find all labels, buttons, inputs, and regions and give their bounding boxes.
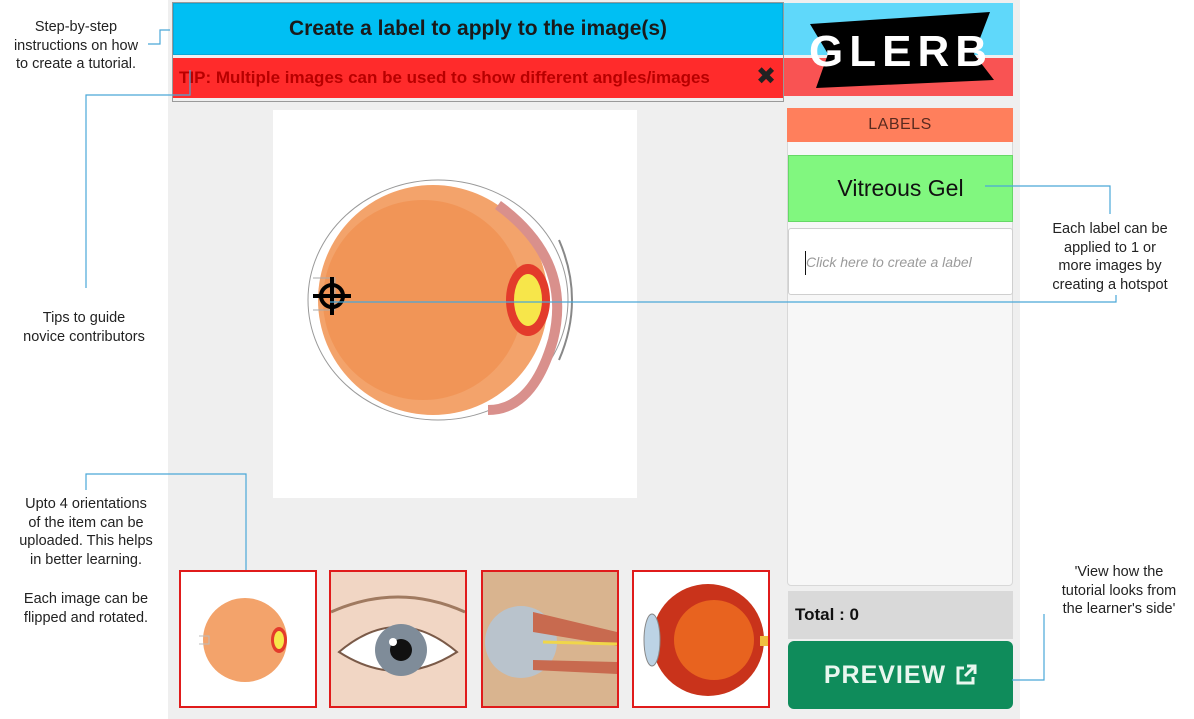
thumbnail-image [483, 572, 617, 706]
tip-banner: TIP: Multiple images can be used to show… [173, 58, 783, 98]
thumbnail-image [634, 572, 768, 706]
thumbnail-image [331, 572, 465, 706]
logo-text: GLERB [809, 27, 993, 76]
text-caret [805, 251, 806, 275]
preview-button[interactable]: PREVIEW [788, 641, 1013, 709]
label-item-vitreous-gel[interactable]: Vitreous Gel [788, 155, 1013, 222]
thumbnail-eye-drawing[interactable] [179, 570, 317, 708]
tutorial-editor-screenshot: Create a label to apply to the image(s) … [0, 0, 1194, 719]
external-link-icon [956, 664, 977, 685]
annotation-label-hotspot: Each label can be applied to 1 or more i… [1052, 221, 1168, 293]
create-label-input[interactable]: Click here to create a label [788, 228, 1013, 295]
labels-header: LABELS [787, 108, 1013, 142]
thumbnail-eye-muscles[interactable] [481, 570, 619, 708]
annotation-tips: Tips to guide novice contributors [23, 310, 145, 345]
annotation-flip-rotate: Each image can be flipped and rotated. [23, 591, 149, 626]
glerb-logo: GLERB [809, 12, 994, 88]
instruction-banner: Create a label to apply to the image(s) [173, 3, 783, 55]
thumbnail-image [181, 572, 315, 706]
total-count: Total : 0 [788, 591, 1013, 639]
close-icon[interactable]: ✖ [753, 64, 779, 90]
annotation-step-by-step: Step-by-step instructions on how to crea… [13, 19, 139, 72]
annotation-orientations: Upto 4 orientations of the item can be u… [19, 496, 153, 568]
tip-text: TIP: Multiple images can be used to show… [179, 68, 710, 87]
crosshair-icon[interactable] [313, 277, 351, 315]
preview-label: PREVIEW [823, 660, 947, 689]
thumbnail-eye-front[interactable] [329, 570, 467, 708]
annotation-view-preview: 'View how the tutorial looks from the le… [1061, 564, 1177, 617]
thumbnail-eye-anatomy[interactable] [632, 570, 770, 708]
